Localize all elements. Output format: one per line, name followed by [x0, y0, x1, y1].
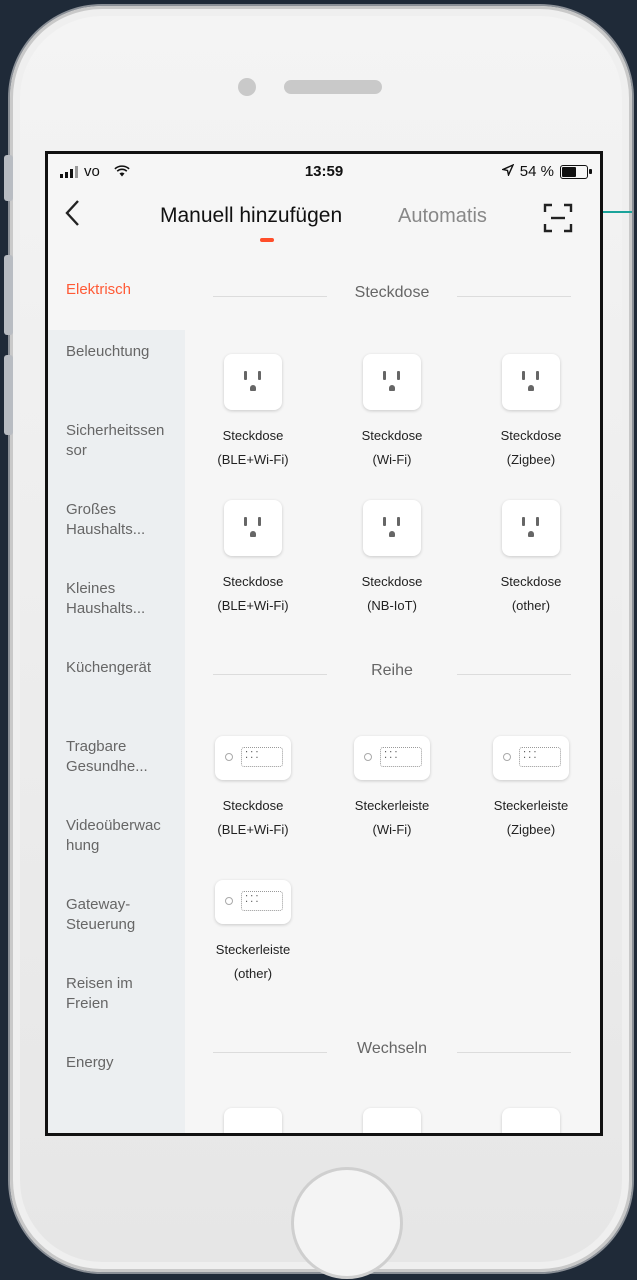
- device-name: Steckdose: [361, 428, 423, 443]
- scan-icon[interactable]: [543, 203, 573, 233]
- device-tile[interactable]: Steckdose (BLE+Wi-Fi): [193, 354, 313, 472]
- status-bar: vo 13:59 54 %: [48, 154, 600, 190]
- section-title: Steckdose: [344, 284, 440, 301]
- sidebar-item-label: Tragbare Gesundhe...: [66, 738, 148, 776]
- volume-down-button: [4, 355, 13, 435]
- device-list: Steckdose Steckdose (BLE+Wi-Fi) Steckdose…: [185, 262, 600, 1133]
- section-title: Reihe: [361, 662, 423, 679]
- device-variant: (BLE+Wi-Fi): [217, 598, 289, 614]
- device-variant: (BLE+Wi-Fi): [217, 822, 289, 838]
- power-strip-icon: ⁚⁚⁚: [215, 880, 291, 924]
- battery-icon: [560, 164, 592, 179]
- location-arrow-icon: [500, 163, 515, 180]
- device-tile[interactable]: Steckdose (NB-IoT): [332, 500, 452, 618]
- sidebar-item-gateway-steuerung[interactable]: Gateway-Steuerung: [48, 883, 185, 962]
- home-button[interactable]: [291, 1167, 403, 1279]
- front-camera: [238, 78, 256, 96]
- device-tile[interactable]: Steckdose (BLE+Wi-Fi): [193, 500, 313, 618]
- device-name: Steckdose: [222, 428, 284, 443]
- earpiece-speaker: [284, 80, 382, 94]
- sidebar-item-label: Elektrisch: [66, 281, 132, 298]
- app-screen: vo 13:59 54 % Manuell hinzufügen Automat…: [45, 151, 603, 1136]
- sidebar-item-tragbare-gesundheit[interactable]: Tragbare Gesundhe...: [48, 725, 185, 804]
- sidebar-item-reisen-im-freien[interactable]: Reisen im Freien: [48, 962, 185, 1041]
- device-tile[interactable]: Steckdose (Wi-Fi): [332, 354, 452, 472]
- sidebar-item-label: Sicherheitssensor: [66, 422, 165, 460]
- device-name: Steckdose: [222, 574, 284, 589]
- sidebar-item-label: Küchengerät: [66, 659, 152, 676]
- device-name: Steckdose: [500, 574, 562, 589]
- switch-icon[interactable]: [363, 1108, 421, 1133]
- sidebar-item-label: Energy: [66, 1054, 114, 1071]
- switch-icon[interactable]: [502, 1108, 560, 1133]
- tab-manual-add[interactable]: Manuell hinzufügen: [160, 204, 342, 228]
- sidebar-item-label: Großes Haushalts...: [66, 501, 146, 539]
- outlet-icon: [363, 354, 421, 410]
- sidebar-item-beleuchtung[interactable]: Beleuchtung: [48, 330, 185, 409]
- sidebar-item-label: Reisen im Freien: [66, 975, 133, 1013]
- outlet-icon: [363, 500, 421, 556]
- device-variant: (other): [511, 598, 551, 614]
- nav-bar: Manuell hinzufügen Automatis: [48, 190, 600, 250]
- sidebar-item-videoueberwachung[interactable]: Videoüberwachung: [48, 804, 185, 883]
- battery-percent: 54 %: [519, 163, 554, 180]
- device-tile[interactable]: ⁚⁚⁚ Steckerleiste (Wi-Fi): [332, 736, 452, 842]
- section-title: Wechseln: [347, 1040, 437, 1057]
- device-name: Steckerleiste: [215, 942, 291, 957]
- section-header: Reihe: [213, 662, 571, 686]
- sidebar-item-label: Gateway-Steuerung: [66, 896, 136, 934]
- device-variant: (NB-IoT): [367, 598, 417, 614]
- device-variant: (Wi-Fi): [372, 452, 412, 468]
- power-strip-icon: ⁚⁚⁚: [354, 736, 430, 780]
- section-header: Steckdose: [213, 284, 571, 308]
- chevron-left-icon[interactable]: [62, 198, 84, 234]
- tab-automatic[interactable]: Automatis: [398, 205, 498, 228]
- device-name: Steckerleiste: [354, 798, 430, 813]
- power-strip-icon: ⁚⁚⁚: [215, 736, 291, 780]
- device-name: Steckdose: [361, 574, 423, 589]
- sidebar-item-label: Videoüberwachung: [66, 817, 161, 855]
- device-tile[interactable]: Steckdose (Zigbee): [471, 354, 591, 472]
- sidebar-item-kleines-haushalts[interactable]: Kleines Haushalts...: [48, 567, 185, 646]
- content-area: Elektrisch Beleuchtung Sicherheitssensor…: [48, 262, 600, 1133]
- section-header: Wechseln: [213, 1040, 571, 1064]
- outlet-icon: [502, 354, 560, 410]
- device-tile[interactable]: Steckdose (other): [471, 500, 591, 618]
- tab-active-indicator: [260, 238, 274, 242]
- device-variant: (Zigbee): [506, 822, 556, 838]
- device-name: Steckdose: [500, 428, 562, 443]
- outlet-icon: [502, 500, 560, 556]
- switch-icon[interactable]: [224, 1108, 282, 1133]
- category-sidebar: Elektrisch Beleuchtung Sicherheitssensor…: [48, 262, 185, 1133]
- sidebar-item-elektrisch[interactable]: Elektrisch: [48, 262, 185, 330]
- device-tile[interactable]: ⁚⁚⁚ Steckerleiste (Zigbee): [471, 736, 591, 842]
- device-tile[interactable]: ⁚⁚⁚ Steckerleiste (other): [193, 880, 313, 986]
- sidebar-item-grosses-haushalts[interactable]: Großes Haushalts...: [48, 488, 185, 567]
- power-strip-icon: ⁚⁚⁚: [493, 736, 569, 780]
- device-variant: (Wi-Fi): [372, 822, 412, 838]
- outlet-icon: [224, 354, 282, 410]
- sidebar-item-kuechengeraet[interactable]: Küchengerät: [48, 646, 185, 725]
- outlet-icon: [224, 500, 282, 556]
- mute-switch: [4, 155, 13, 201]
- volume-up-button: [4, 255, 13, 335]
- device-variant: (Zigbee): [506, 452, 556, 468]
- device-name: Steckdose: [222, 798, 284, 813]
- device-tile[interactable]: ⁚⁚⁚ Steckdose (BLE+Wi-Fi): [193, 736, 313, 842]
- sidebar-item-label: Beleuchtung: [66, 343, 150, 360]
- device-variant: (BLE+Wi-Fi): [217, 452, 289, 468]
- device-name: Steckerleiste: [493, 798, 569, 813]
- sidebar-item-sicherheitssensor[interactable]: Sicherheitssensor: [48, 409, 185, 488]
- sidebar-item-label: Kleines Haushalts...: [66, 580, 146, 618]
- sidebar-item-energy[interactable]: Energy: [48, 1041, 185, 1120]
- device-variant: (other): [233, 966, 273, 982]
